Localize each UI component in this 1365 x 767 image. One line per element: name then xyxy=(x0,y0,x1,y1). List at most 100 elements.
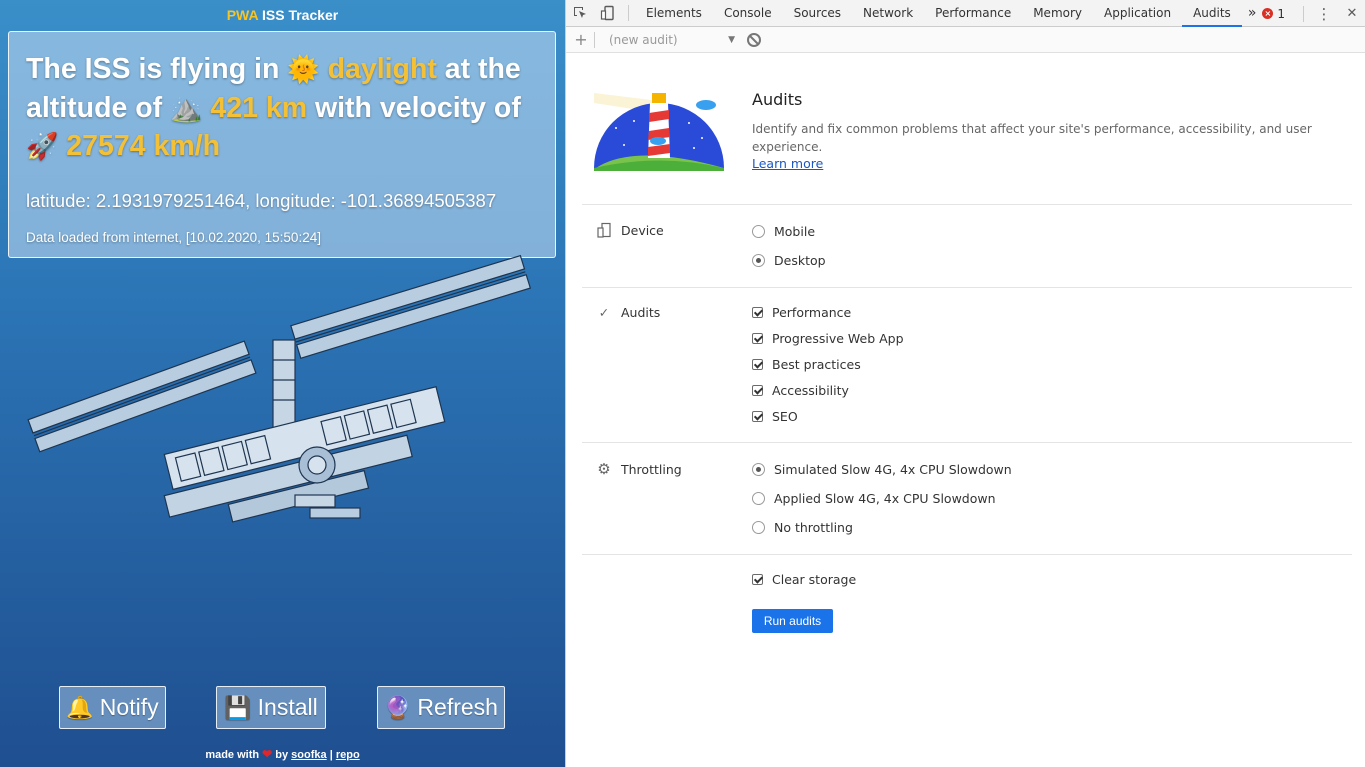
tab-console[interactable]: Console xyxy=(713,0,783,27)
throttling-label: No throttling xyxy=(774,520,853,535)
app-title-pwa: PWA xyxy=(226,7,259,23)
devtools-panel: Elements Console Sources Network Performance… xyxy=(565,0,1365,767)
tab-elements[interactable]: Elements xyxy=(635,0,713,27)
close-icon[interactable]: ✕ xyxy=(1338,0,1365,27)
mountain-icon: ⛰️ xyxy=(170,92,203,123)
throttling-radio[interactable] xyxy=(752,492,765,505)
device-label: Mobile xyxy=(774,224,816,239)
clear-audits-icon[interactable] xyxy=(747,32,761,47)
device-section-label: Device xyxy=(596,222,664,238)
audit-category-checkbox[interactable] xyxy=(752,411,763,422)
throttling-option[interactable]: No throttling xyxy=(752,520,853,535)
author-link[interactable]: soofka xyxy=(291,749,326,761)
app-title: PWA ISS Tracker xyxy=(0,7,565,23)
coordinates-text: latitude: 2.1931979251464, longitude: -1… xyxy=(26,189,497,211)
run-audits-button[interactable]: Run audits xyxy=(752,609,833,633)
refresh-button[interactable]: 🔮 Refresh xyxy=(377,686,505,729)
device-radio[interactable] xyxy=(752,254,765,267)
audit-category-checkbox[interactable] xyxy=(752,307,763,318)
device-radio[interactable] xyxy=(752,225,765,238)
more-tabs-icon[interactable]: » xyxy=(1242,0,1263,27)
app-title-rest: ISS Tracker xyxy=(258,7,339,23)
device-label: Device xyxy=(621,222,664,238)
clear-storage-checkbox[interactable] xyxy=(752,574,763,585)
inspect-element-icon[interactable] xyxy=(566,0,594,27)
throttling-radio[interactable] xyxy=(752,463,765,476)
error-count: 1 xyxy=(1277,6,1285,21)
tab-memory[interactable]: Memory xyxy=(1022,0,1093,27)
divider xyxy=(582,442,1352,443)
footer-by: by xyxy=(272,749,292,761)
divider xyxy=(582,287,1352,288)
audit-category-label: SEO xyxy=(772,409,798,424)
iss-tracker-app: PWA ISS Tracker The ISS is flying in 🌞 d… xyxy=(0,0,565,767)
audit-category-option[interactable]: Accessibility xyxy=(752,383,849,398)
device-label: Desktop xyxy=(774,253,826,268)
audit-category-label: Best practices xyxy=(772,357,861,372)
audit-category-option[interactable]: SEO xyxy=(752,409,798,424)
install-label: Install xyxy=(257,694,318,720)
audit-category-option[interactable]: Progressive Web App xyxy=(752,331,904,346)
bell-icon: 🔔 xyxy=(66,694,94,720)
new-audit-icon[interactable]: + xyxy=(566,30,596,49)
data-loaded-text: Data loaded from internet, [10.02.2020, … xyxy=(26,229,321,245)
velocity-value: 27574 km/h xyxy=(66,130,220,162)
audits-label: Audits xyxy=(621,305,661,320)
tab-audits[interactable]: Audits xyxy=(1182,0,1242,27)
dropdown-arrow-icon: ▼ xyxy=(728,34,735,45)
throttling-section-label: ⚙ Throttling xyxy=(596,460,682,478)
throttling-radio[interactable] xyxy=(752,521,765,534)
rocket-icon: 🚀 xyxy=(26,131,59,161)
tab-performance[interactable]: Performance xyxy=(924,0,1022,27)
audit-category-option[interactable]: Best practices xyxy=(752,357,861,372)
audit-select[interactable]: (new audit) ▼ xyxy=(595,33,735,47)
device-icon xyxy=(596,222,612,238)
device-toolbar-icon[interactable] xyxy=(594,0,622,27)
toolbar-separator xyxy=(1303,5,1304,22)
refresh-label: Refresh xyxy=(417,694,498,720)
tab-sources[interactable]: Sources xyxy=(783,0,852,27)
audit-category-checkbox[interactable] xyxy=(752,385,763,396)
divider xyxy=(582,554,1352,555)
install-button[interactable]: 💾 Install xyxy=(216,686,326,729)
throttling-option[interactable]: Applied Slow 4G, 4x CPU Slowdown xyxy=(752,491,996,506)
iss-illustration xyxy=(27,254,532,523)
heart-icon: ❤ xyxy=(262,747,273,761)
audits-section-label: ✓ Audits xyxy=(596,305,661,320)
audits-description: Identify and fix common problems that af… xyxy=(752,122,1312,154)
kebab-menu-icon[interactable]: ⋮ xyxy=(1310,0,1338,27)
audit-category-checkbox[interactable] xyxy=(752,359,763,370)
notify-button[interactable]: 🔔 Notify xyxy=(59,686,166,729)
devtools-tabbar: Elements Console Sources Network Performance… xyxy=(566,0,1365,27)
checkmark-icon: ✓ xyxy=(598,305,610,320)
audit-category-label: Accessibility xyxy=(772,383,849,398)
divider xyxy=(582,204,1352,205)
clear-storage-option[interactable]: Clear storage xyxy=(752,572,856,587)
error-icon: × xyxy=(1262,8,1274,19)
headline-part1: The ISS is flying in xyxy=(26,53,288,85)
iss-info-card: The ISS is flying in 🌞 daylight at the a… xyxy=(8,31,556,258)
learn-more-link[interactable]: Learn more xyxy=(752,156,823,171)
altitude-value: 421 km xyxy=(210,91,308,124)
audit-category-label: Progressive Web App xyxy=(772,331,904,346)
tab-application[interactable]: Application xyxy=(1093,0,1182,27)
notify-label: Notify xyxy=(99,694,159,720)
daylight-status: daylight xyxy=(327,53,437,85)
throttling-label: Throttling xyxy=(621,461,682,477)
clear-storage-label: Clear storage xyxy=(772,572,857,587)
sun-icon: 🌞 xyxy=(287,54,320,84)
audits-title: Audits xyxy=(752,90,803,109)
footer-separator: | xyxy=(326,749,336,761)
error-count-badge[interactable]: × 1 xyxy=(1262,7,1285,21)
device-option[interactable]: Desktop xyxy=(752,253,826,268)
audit-category-checkbox[interactable] xyxy=(752,333,763,344)
device-option[interactable]: Mobile xyxy=(752,224,815,239)
tab-network[interactable]: Network xyxy=(852,0,924,27)
devtools-right-controls: × 1 ⋮ ✕ xyxy=(1262,0,1365,27)
headline-part3: with velocity of xyxy=(307,91,521,124)
repo-link[interactable]: repo xyxy=(336,749,360,761)
audit-category-option[interactable]: Performance xyxy=(752,305,851,320)
throttling-option[interactable]: Simulated Slow 4G, 4x CPU Slowdown xyxy=(752,462,1012,477)
throttling-label: Simulated Slow 4G, 4x CPU Slowdown xyxy=(774,462,1012,477)
audits-toolbar: + (new audit) ▼ xyxy=(566,27,1365,53)
